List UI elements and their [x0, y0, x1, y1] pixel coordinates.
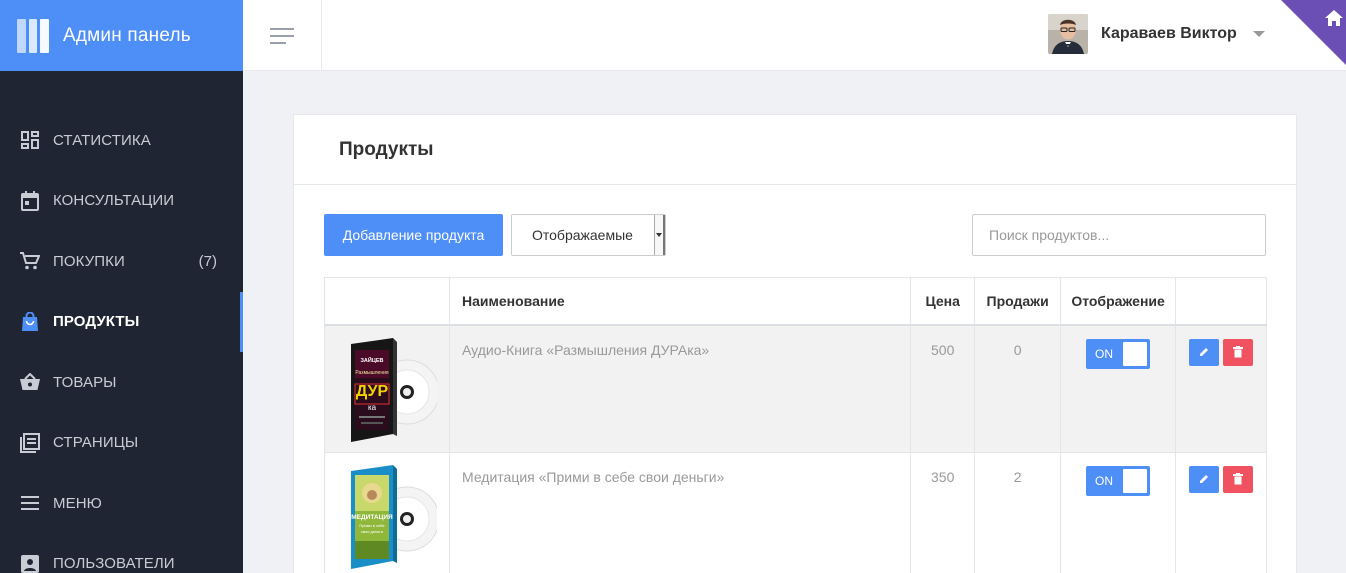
- purchases-count-badge: (7): [198, 252, 217, 270]
- sidebar-item-consultations[interactable]: КОНСУЛЬТАЦИИ: [0, 171, 243, 232]
- sidebar-item-goods[interactable]: ТОВАРЫ: [0, 352, 243, 413]
- table-header-row: Наименование Цена Продажи Отображение: [324, 277, 1267, 325]
- edit-button[interactable]: [1189, 465, 1220, 493]
- svg-text:ка: ка: [368, 403, 377, 412]
- delete-button[interactable]: [1223, 465, 1254, 493]
- column-header-name[interactable]: Наименование: [448, 277, 912, 325]
- avatar: [1048, 14, 1088, 54]
- dropdown-arrow-icon: [654, 215, 665, 255]
- topbar: Караваев Виктор: [243, 0, 1346, 71]
- sidebar-item-menu[interactable]: МЕНЮ: [0, 473, 243, 534]
- product-name[interactable]: Аудио-Книга «Размышления ДУРАка»: [448, 324, 912, 453]
- pencil-icon: [1200, 475, 1209, 483]
- user-icon: [20, 554, 40, 573]
- chevron-down-icon: [1252, 31, 1265, 37]
- toggle-state-label: ON: [1095, 346, 1114, 361]
- trash-icon: [1233, 346, 1244, 358]
- sidebar-item-purchases[interactable]: ПОКУПКИ (7): [0, 231, 243, 292]
- product-cover-image[interactable]: ЗАЙЦЕВ Размышления ДУР ка: [325, 326, 449, 452]
- sidebar-item-label: ТОВАРЫ: [53, 373, 117, 391]
- pages-icon: [20, 432, 40, 453]
- table-row: МЕДИТАЦИЯ Прими в себе свои деньги Медит…: [324, 451, 1267, 573]
- dashboard-icon: [20, 130, 40, 150]
- product-cover-image[interactable]: МЕДИТАЦИЯ Прими в себе свои деньги: [325, 453, 449, 573]
- table-row: ЗАЙЦЕВ Размышления ДУР ка Аудио-Книга «Р…: [324, 324, 1267, 453]
- search-input[interactable]: [972, 214, 1266, 256]
- products-table: Наименование Цена Продажи Отображение ЗА…: [324, 277, 1267, 573]
- brand-title: Админ панель: [63, 24, 191, 46]
- sidebar-item-pages[interactable]: СТРАНИЦЫ: [0, 413, 243, 474]
- sidebar-item-label: СТАТИСТИКА: [53, 131, 151, 149]
- column-header-price[interactable]: Цена: [910, 277, 976, 325]
- sidebar-item-label: МЕНЮ: [53, 494, 102, 512]
- calendar-icon: [20, 190, 40, 211]
- pencil-icon: [1200, 348, 1209, 356]
- svg-text:МЕДИТАЦИЯ: МЕДИТАЦИЯ: [351, 514, 393, 521]
- sidebar-item-users[interactable]: ПОЛЬЗОВАТЕЛИ: [0, 534, 243, 573]
- product-image-cell: МЕДИТАЦИЯ Прими в себе свои деньги: [324, 451, 450, 573]
- toggle-state-label: ON: [1095, 473, 1114, 488]
- visibility-filter-value: Отображаемые: [532, 227, 633, 243]
- svg-text:свои деньги: свои деньги: [361, 529, 383, 534]
- product-sales: 2: [974, 451, 1062, 573]
- column-header-image: [324, 277, 450, 325]
- cart-icon: [20, 251, 40, 271]
- svg-text:Размышления: Размышления: [355, 370, 388, 376]
- column-header-actions: [1175, 277, 1267, 325]
- sidebar-item-products[interactable]: ПРОДУКТЫ: [0, 291, 243, 353]
- sidebar-item-label: КОНСУЛЬТАЦИИ: [53, 192, 175, 210]
- sidebar-item-label: ПРОДУКТЫ: [53, 313, 140, 331]
- sidebar-item-statistics[interactable]: СТАТИСТИКА: [0, 110, 243, 171]
- products-card: Продукты Добавление продукта Отображаемы…: [293, 114, 1297, 573]
- menu-icon: [20, 493, 40, 513]
- card-header: Продукты: [294, 115, 1296, 185]
- product-name[interactable]: Медитация «Прими в себе свои деньги»: [448, 451, 912, 573]
- user-menu[interactable]: Караваев Виктор: [1048, 14, 1265, 54]
- hamburger-icon: [270, 27, 294, 44]
- display-toggle[interactable]: ON: [1086, 338, 1151, 369]
- svg-text:Прими в себе: Прими в себе: [359, 523, 385, 528]
- column-header-display[interactable]: Отображение: [1060, 277, 1177, 325]
- svg-text:ЗАЙЦЕВ: ЗАЙЦЕВ: [360, 356, 383, 364]
- sidebar: Админ панель СТАТИСТИКА КОНСУЛЬТАЦИИ ПОК…: [0, 0, 243, 573]
- page-title: Продукты: [339, 138, 434, 160]
- sidebar-item-label: ПОКУПКИ: [53, 252, 125, 270]
- brand-logo-icon: [17, 18, 50, 53]
- user-name: Караваев Виктор: [1101, 25, 1237, 42]
- display-cell: ON: [1060, 324, 1177, 453]
- actions-cell: [1175, 324, 1267, 453]
- display-toggle[interactable]: ON: [1086, 465, 1151, 496]
- actions-cell: [1175, 451, 1267, 573]
- shopping-bag-icon: [20, 311, 40, 332]
- sidebar-nav: СТАТИСТИКА КОНСУЛЬТАЦИИ ПОКУПКИ (7) ПРОД…: [0, 110, 243, 573]
- home-corner-button[interactable]: [1281, 0, 1346, 65]
- products-toolbar: Добавление продукта Отображаемые: [324, 214, 1267, 257]
- edit-button[interactable]: [1189, 338, 1220, 366]
- trash-icon: [1233, 473, 1244, 485]
- product-price: 350: [910, 451, 976, 573]
- column-header-sales[interactable]: Продажи: [974, 277, 1062, 325]
- delete-button[interactable]: [1223, 338, 1254, 366]
- sidebar-item-label: СТРАНИЦЫ: [53, 434, 139, 452]
- sidebar-item-label: ПОЛЬЗОВАТЕЛИ: [53, 555, 175, 573]
- brand[interactable]: Админ панель: [0, 0, 243, 71]
- add-product-button[interactable]: Добавление продукта: [324, 214, 503, 256]
- svg-text:ДУР: ДУР: [356, 383, 389, 400]
- product-price: 500: [910, 324, 976, 453]
- basket-icon: [20, 372, 40, 392]
- sidebar-toggle-button[interactable]: [243, 0, 322, 71]
- display-cell: ON: [1060, 451, 1177, 573]
- product-image-cell: ЗАЙЦЕВ Размышления ДУР ка: [324, 324, 450, 453]
- product-sales: 0: [974, 324, 1062, 453]
- visibility-filter-select[interactable]: Отображаемые: [511, 214, 666, 256]
